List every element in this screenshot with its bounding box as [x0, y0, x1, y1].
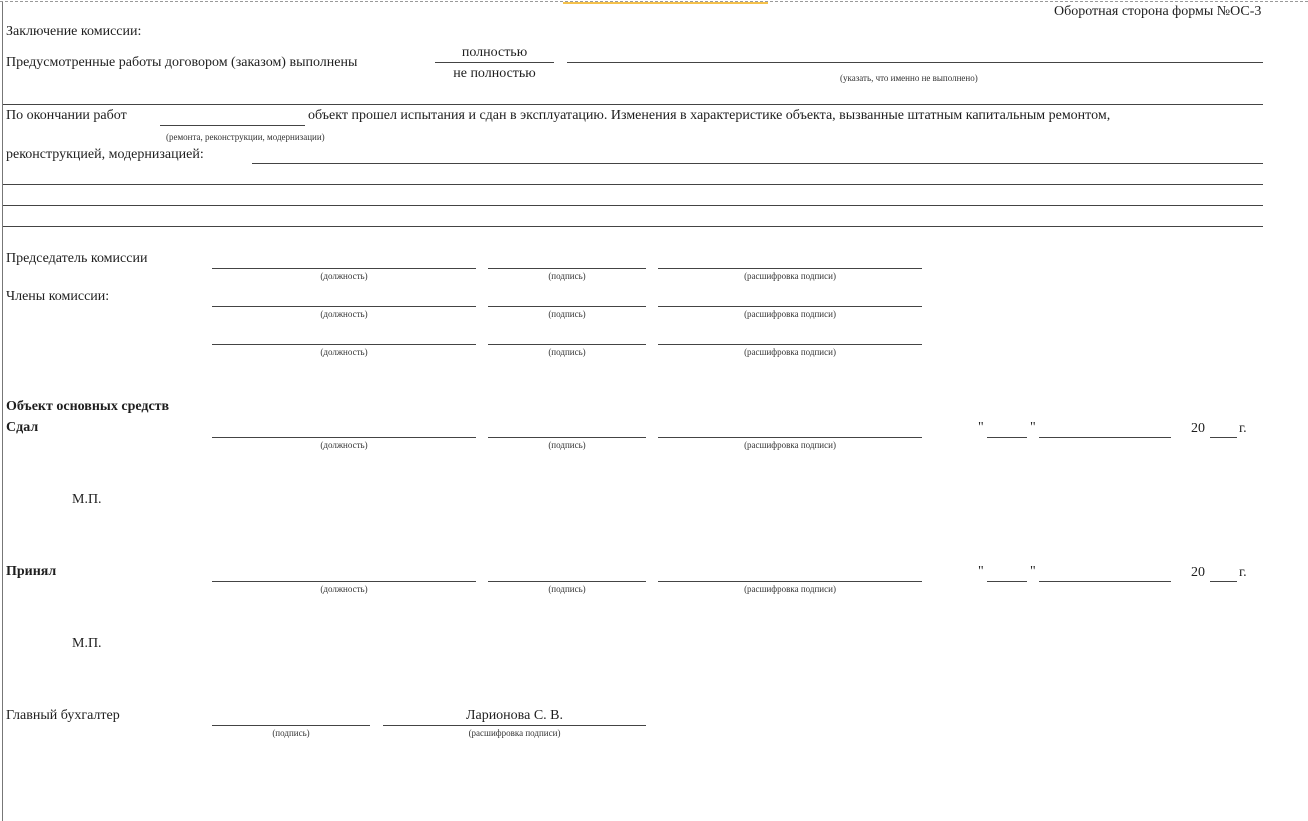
year-prefix: 20	[1191, 565, 1205, 580]
year-prefix: 20	[1191, 421, 1205, 436]
position-caption: (должность)	[320, 309, 368, 319]
form-side-label: Оборотная сторона формы №ОС-3	[1054, 4, 1262, 19]
handed-position-field[interactable]	[212, 437, 476, 438]
stamp-place-handed: М.П.	[72, 492, 102, 507]
left-page-border	[2, 2, 3, 821]
handed-decoding-field[interactable]	[658, 437, 922, 438]
not-completed-hint: (указать, что именно не выполнено)	[840, 73, 978, 83]
position-caption: (должность)	[320, 347, 368, 357]
year-suffix: г.	[1239, 421, 1247, 436]
day-quote-open: "	[978, 564, 984, 579]
position-caption: (должность)	[320, 584, 368, 594]
chairman-label: Председатель комиссии	[6, 251, 148, 266]
signature-caption: (подпись)	[548, 309, 586, 319]
changes-field-line-1[interactable]	[252, 163, 1263, 164]
chief-accountant-label: Главный бухгалтер	[6, 708, 120, 723]
signature-caption: (подпись)	[548, 271, 586, 281]
year-suffix: г.	[1239, 565, 1247, 580]
received-position-field[interactable]	[212, 581, 476, 582]
member1-decoding-field[interactable]	[658, 306, 922, 307]
repair-type-hint: (ремонта, реконструкции, модернизации)	[166, 132, 325, 142]
received-label: Принял	[6, 564, 57, 579]
chief-accountant-signature-field[interactable]	[212, 725, 370, 726]
day-quote-close: "	[1030, 420, 1036, 435]
handed-label: Сдал	[6, 420, 39, 435]
option-partial[interactable]: не полностью	[435, 66, 554, 82]
conclusion-heading: Заключение комиссии:	[6, 24, 142, 39]
not-completed-field[interactable]	[567, 62, 1263, 63]
repair-type-field[interactable]	[160, 125, 305, 126]
handed-month-field[interactable]	[1039, 437, 1171, 438]
members-label: Члены комиссии:	[6, 289, 110, 304]
signature-caption: (подпись)	[548, 347, 586, 357]
decoding-caption: (расшифровка подписи)	[744, 440, 836, 450]
handed-year-field[interactable]	[1210, 437, 1237, 438]
received-year-field[interactable]	[1210, 581, 1237, 582]
chairman-signature-field[interactable]	[488, 268, 646, 269]
member2-decoding-field[interactable]	[658, 344, 922, 345]
stamp-place-received: М.П.	[72, 636, 102, 651]
decoding-caption: (расшифровка подписи)	[744, 271, 836, 281]
decoding-caption: (расшифровка подписи)	[744, 347, 836, 357]
day-quote-close: "	[1030, 564, 1036, 579]
decoding-caption: (расшифровка подписи)	[468, 728, 561, 738]
option-full[interactable]: полностью	[435, 45, 554, 61]
member2-position-field[interactable]	[212, 344, 476, 345]
received-day-field[interactable]	[987, 581, 1027, 582]
changes-field-line-3[interactable]	[3, 205, 1263, 206]
signature-caption: (подпись)	[548, 440, 586, 450]
chief-accountant-name: Ларионова С. В.	[465, 708, 563, 723]
member1-signature-field[interactable]	[488, 306, 646, 307]
changes-field-line-4[interactable]	[3, 226, 1263, 227]
handed-signature-field[interactable]	[488, 437, 646, 438]
decoding-caption: (расшифровка подписи)	[744, 584, 836, 594]
changes-field-line-2[interactable]	[3, 184, 1263, 185]
member1-position-field[interactable]	[212, 306, 476, 307]
day-quote-open: "	[978, 420, 984, 435]
position-caption: (должность)	[320, 271, 368, 281]
fixed-asset-title: Объект основных средств	[6, 399, 170, 414]
signature-caption: (подпись)	[272, 728, 310, 738]
after-works-prefix: По окончании работ	[6, 108, 127, 123]
separator-line	[3, 104, 1263, 105]
modernization-text: реконструкцией, модернизацией:	[6, 147, 204, 162]
decoding-caption: (расшифровка подписи)	[744, 309, 836, 319]
after-works-text: объект прошел испытания и сдан в эксплуа…	[308, 108, 1111, 123]
works-completed-text: Предусмотренные работы договором (заказо…	[6, 55, 358, 70]
handed-day-field[interactable]	[987, 437, 1027, 438]
member2-signature-field[interactable]	[488, 344, 646, 345]
received-signature-field[interactable]	[488, 581, 646, 582]
selection-highlight	[563, 2, 768, 4]
chief-accountant-decoding-field[interactable]	[383, 725, 646, 726]
received-month-field[interactable]	[1039, 581, 1171, 582]
received-decoding-field[interactable]	[658, 581, 922, 582]
signature-caption: (подпись)	[548, 584, 586, 594]
position-caption: (должность)	[320, 440, 368, 450]
chairman-position-field[interactable]	[212, 268, 476, 269]
option-divider	[435, 62, 554, 63]
chairman-decoding-field[interactable]	[658, 268, 922, 269]
